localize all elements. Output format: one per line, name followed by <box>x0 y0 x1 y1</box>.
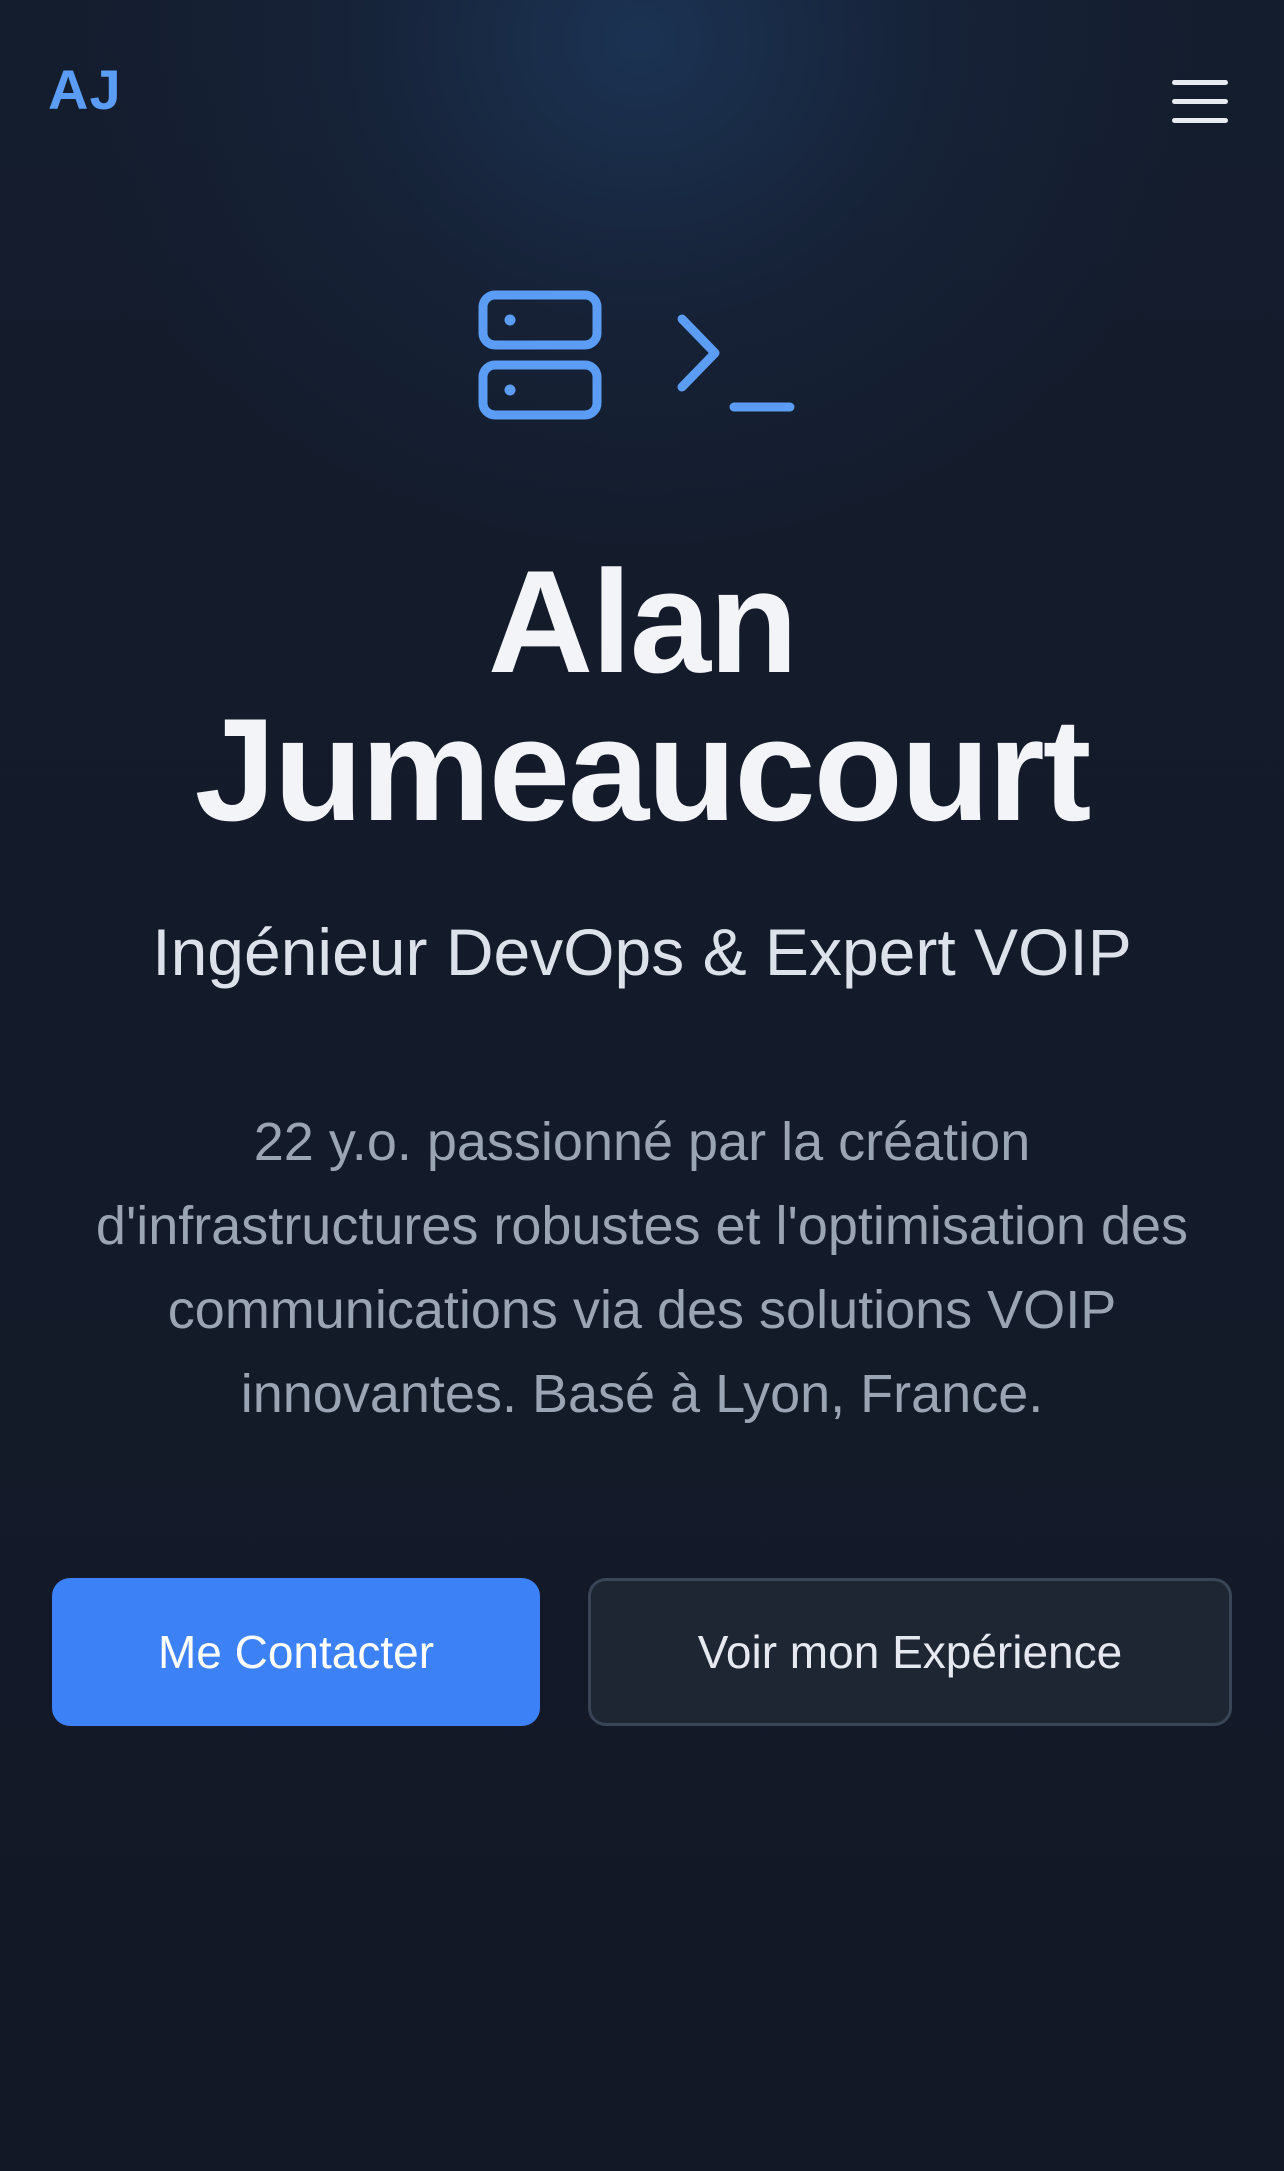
bio-text: 22 y.o. passionné par la création d'infr… <box>95 1112 1189 1424</box>
hamburger-menu-icon <box>1172 80 1228 123</box>
page: AJ Alan Jumeaucourt Ingénieur DevOps & E… <box>0 0 1284 2171</box>
name-first: Alan <box>487 540 798 703</box>
menu-button[interactable] <box>1160 70 1240 134</box>
site-logo[interactable]: AJ <box>48 56 122 124</box>
terminal-icon <box>677 314 795 412</box>
name-last: Jumeaucourt <box>194 688 1092 851</box>
server-icon <box>478 290 602 420</box>
page-title: Alan Jumeaucourt <box>0 548 1284 844</box>
hero-icons <box>470 286 810 436</box>
experience-button[interactable]: Voir mon Expérience <box>588 1578 1232 1726</box>
contact-button[interactable]: Me Contacter <box>52 1578 540 1726</box>
job-title: Ingénieur DevOps & Expert VOIP <box>152 915 1132 989</box>
